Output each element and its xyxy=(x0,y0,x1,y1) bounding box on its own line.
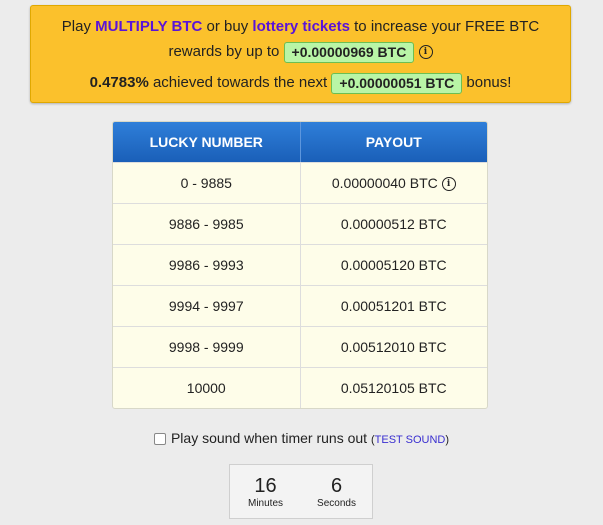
lottery-tickets-link[interactable]: lottery tickets xyxy=(252,18,350,35)
payout-cell: 0.00000512 BTC xyxy=(299,204,488,244)
promo-or-buy-text: or buy xyxy=(206,18,249,35)
payout-cell: 0.00005120 BTC xyxy=(299,245,488,285)
lucky-number-cell: 9998 - 9999 xyxy=(168,339,244,355)
payout-cell: 0.05120105 BTC xyxy=(299,368,488,408)
seconds-value: 6 xyxy=(330,475,343,497)
table-row: 9986 - 9993 0.00005120 BTC xyxy=(113,244,487,285)
bonus-text: bonus! xyxy=(466,74,512,91)
multiply-btc-link[interactable]: MULTIPLY BTC xyxy=(95,18,202,35)
table-row: 10000 0.05120105 BTC xyxy=(113,367,487,408)
promo-line-3: 0.4783% achieved towards the next +0.000… xyxy=(31,72,570,94)
lucky-number-cell: 9994 - 9997 xyxy=(168,298,244,314)
minutes-cell: 16 Minutes xyxy=(230,465,301,518)
lucky-number-header: LUCKY NUMBER xyxy=(149,134,263,150)
lucky-number-cell: 9886 - 9985 xyxy=(168,216,244,232)
achieved-text: achieved towards the next xyxy=(152,74,328,91)
countdown-timer: 16 Minutes 6 Seconds xyxy=(229,464,373,519)
max-bonus-badge: +0.00000969 BTC xyxy=(283,41,415,63)
sound-option: Play sound when timer runs out (TEST SOU… xyxy=(0,430,603,446)
promo-line-2: rewards by up to +0.00000969 BTC i xyxy=(31,41,570,63)
payout-table: LUCKY NUMBER PAYOUT 0 - 9885 0.00000040 … xyxy=(112,121,488,409)
lucky-number-cell: 0 - 9885 xyxy=(180,175,232,191)
payout-cell: 0.00000040 BTC i xyxy=(299,163,488,203)
seconds-cell: 6 Seconds xyxy=(301,465,372,518)
minutes-value: 16 xyxy=(254,475,277,497)
lucky-number-cell: 9986 - 9993 xyxy=(168,257,244,273)
seconds-label: Seconds xyxy=(317,498,356,509)
info-icon[interactable]: i xyxy=(441,177,456,192)
close-paren: ) xyxy=(445,434,450,446)
promo-rewards-text: rewards by up to xyxy=(168,43,280,60)
table-row: 9886 - 9985 0.00000512 BTC xyxy=(113,203,487,244)
payout-value: 0.00000040 BTC xyxy=(331,175,438,191)
play-sound-checkbox[interactable] xyxy=(153,433,166,446)
minutes-label: Minutes xyxy=(247,498,283,509)
lucky-number-cell: 10000 xyxy=(186,380,226,396)
promo-play-text: Play xyxy=(61,18,91,35)
table-row: 0 - 9885 0.00000040 BTC i xyxy=(113,162,487,203)
payout-header: PAYOUT xyxy=(299,122,488,162)
payout-cell: 0.00051201 BTC xyxy=(299,286,488,326)
info-icon[interactable]: i xyxy=(418,45,433,60)
payout-table-header: LUCKY NUMBER PAYOUT xyxy=(113,122,487,162)
next-bonus-badge: +0.00000051 BTC xyxy=(331,72,463,94)
test-sound-link[interactable]: TEST SOUND xyxy=(375,434,446,446)
bonus-promo-banner: Play MULTIPLY BTC or buy lottery tickets… xyxy=(30,5,571,103)
play-sound-label[interactable]: Play sound when timer runs out xyxy=(171,430,367,446)
promo-increase-text: to increase your FREE BTC xyxy=(354,18,540,35)
table-row: 9994 - 9997 0.00051201 BTC xyxy=(113,285,487,326)
achieved-percent: 0.4783% xyxy=(89,74,149,91)
promo-line-1: Play MULTIPLY BTC or buy lottery tickets… xyxy=(31,18,570,36)
table-row: 9998 - 9999 0.00512010 BTC xyxy=(113,326,487,367)
payout-cell: 0.00512010 BTC xyxy=(299,327,488,367)
